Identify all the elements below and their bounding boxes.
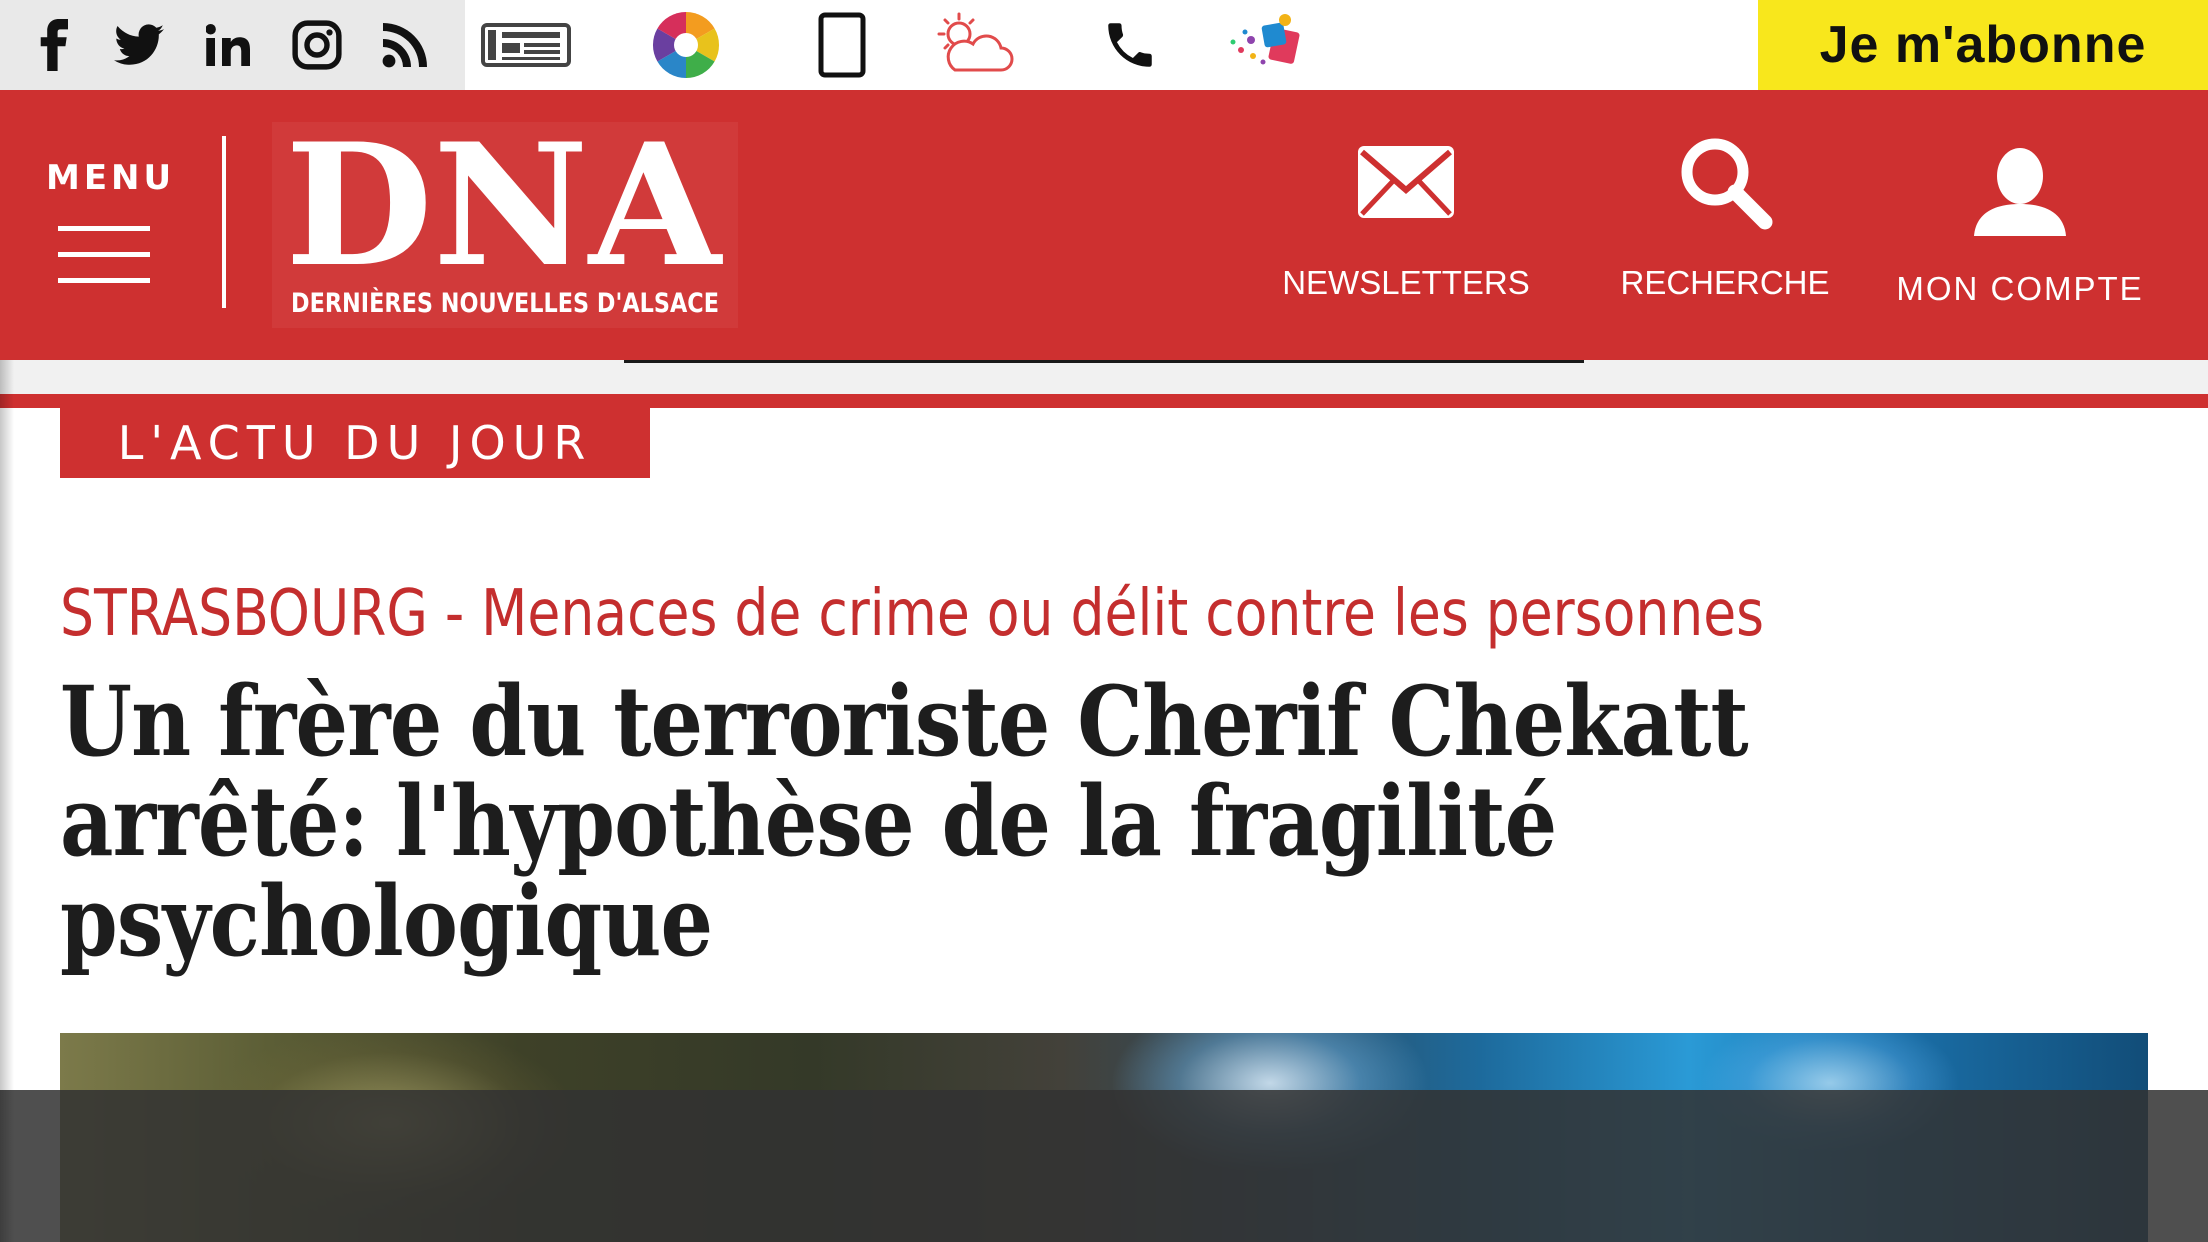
epaper-icon[interactable] [476, 10, 576, 80]
newsletters-button[interactable]: NEWSLETTERS [1266, 90, 1546, 360]
article-headline: Un frère du terroriste Cherif Chekatt ar… [60, 665, 1749, 978]
newsletters-label: NEWSLETTERS [1282, 264, 1530, 301]
menu-button[interactable]: MENU [40, 158, 171, 308]
section-tag[interactable]: L'ACTU DU JOUR [60, 408, 650, 478]
sub-nav-strip [0, 360, 2208, 394]
photo-aperture-icon[interactable] [636, 10, 736, 80]
menu-label: MENU [46, 158, 176, 198]
social-links [0, 0, 465, 90]
user-icon [1880, 146, 2160, 238]
weather-icon[interactable] [922, 10, 1022, 80]
envelope-icon [1266, 144, 1546, 220]
section-rule [0, 394, 2208, 408]
games-icon[interactable] [1218, 10, 1318, 80]
twitter-icon[interactable] [104, 12, 174, 78]
article-kicker: STRASBOURG - Menaces de crime ou délit c… [60, 577, 1765, 651]
phone-icon[interactable] [1080, 10, 1180, 80]
dna-logo[interactable]: DNA DERNIÈRES NOUVELLES D'ALSACE [272, 106, 738, 328]
account-button[interactable]: MON COMPTE [1880, 90, 2160, 360]
page-edge-shadow [0, 360, 14, 1242]
linkedin-icon[interactable] [194, 12, 264, 78]
facebook-icon[interactable] [20, 12, 90, 78]
active-nav-indicator [624, 360, 1584, 363]
search-icon [1600, 130, 1850, 234]
mobile-phone-icon[interactable] [792, 10, 892, 80]
account-label: MON COMPTE [1896, 270, 2144, 307]
search-button[interactable]: RECHERCHE [1600, 90, 1850, 360]
site-header: MENU DNA DERNIÈRES NOUVELLES D'ALSACE NE… [0, 90, 2208, 360]
rss-icon[interactable] [370, 12, 440, 78]
hamburger-icon [58, 226, 150, 286]
top-utility-bar: Je m'abonne [0, 0, 2208, 90]
header-divider [222, 136, 226, 308]
instagram-icon[interactable] [282, 12, 352, 78]
logo-tagline: DERNIÈRES NOUVELLES D'ALSACE [291, 287, 719, 319]
bottom-overlay-banner [0, 1090, 2208, 1242]
subscribe-button[interactable]: Je m'abonne [1758, 0, 2208, 90]
logo-wordmark: DNA [285, 122, 724, 304]
search-label: RECHERCHE [1620, 264, 1830, 301]
